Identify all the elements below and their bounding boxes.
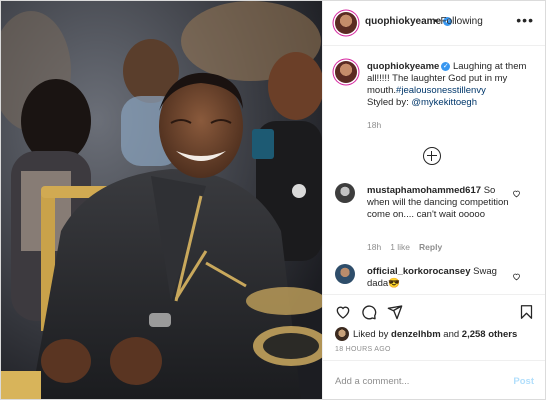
comment-meta: 18h 1 like Reply [367, 242, 451, 252]
liked-by-and: and [443, 329, 460, 340]
heart-icon[interactable] [335, 304, 351, 320]
header-separator: • [434, 16, 438, 27]
commenter-avatar[interactable] [335, 183, 355, 203]
add-comment-input[interactable]: Add a comment... [335, 376, 409, 387]
liked-by-user[interactable]: denzelhbm [391, 329, 441, 340]
bookmark-icon[interactable] [519, 304, 534, 320]
caption-hashtag[interactable]: #jealousonesstillenvy [396, 85, 486, 96]
follow-status: • Following [434, 16, 483, 27]
liked-by-count[interactable]: 2,258 others [462, 329, 517, 340]
caption-username[interactable]: quophiokyeame [367, 61, 439, 72]
caption-avatar[interactable] [335, 61, 357, 83]
post-photo[interactable] [1, 1, 322, 399]
comment-like-heart-icon[interactable] [512, 189, 521, 198]
photo-illustration [1, 1, 322, 399]
verified-icon: ✓ [441, 61, 451, 71]
comments-area: quophiokyeame ✓ Laughing at them all!!!!!… [323, 46, 545, 294]
comment-emoji: 😎 [388, 278, 400, 289]
plus-circle-icon[interactable] [423, 147, 441, 165]
following-button[interactable]: Following [441, 16, 483, 27]
author-username-text[interactable]: quophiokyeame [365, 16, 441, 27]
post-comment-button[interactable]: Post [513, 376, 534, 387]
post-actions: Liked by denzelhbm and 2,258 others 18 H… [323, 294, 545, 399]
liked-by-prefix: Liked by [353, 329, 389, 340]
liker-avatar[interactable] [335, 327, 349, 341]
add-comment-bar: Add a comment... Post [323, 360, 545, 399]
share-icon[interactable] [387, 304, 403, 320]
comment-likes[interactable]: 1 like [390, 242, 410, 252]
comment-username[interactable]: official_korkorocansey [367, 266, 471, 277]
caption: quophiokyeame ✓ Laughing at them all!!!!!… [367, 61, 537, 131]
comment-item: mustaphamohammed617 So when will the dan… [367, 185, 517, 221]
comment-time: 18h [367, 242, 382, 252]
comment-username[interactable]: mustaphamohammed617 [367, 185, 481, 196]
commenter-avatar[interactable] [335, 264, 355, 284]
liked-by: Liked by denzelhbm and 2,258 others [353, 329, 517, 340]
comment-item: official_korkorocansey Swag dada😎 [367, 266, 517, 290]
post-modal: quophiokyeame ✓ • Following ••• quophiokye… [0, 0, 546, 400]
post-timestamp[interactable]: 18 HOURS AGO [335, 346, 391, 353]
comment-reply-button[interactable]: Reply [419, 242, 442, 252]
post-header: quophiokyeame ✓ • Following ••• [323, 1, 545, 46]
caption-stylist-mention[interactable]: @mykekittoegh [411, 97, 477, 108]
comment-like-heart-icon[interactable] [512, 272, 521, 281]
caption-styled-label: Styled by: [367, 97, 409, 108]
author-avatar[interactable] [335, 12, 357, 34]
caption-time: 18h [367, 120, 382, 130]
comment-icon[interactable] [361, 304, 377, 320]
post-side-panel: quophiokyeame ✓ • Following ••• quophiokye… [322, 1, 545, 399]
more-dots-icon[interactable]: ••• [516, 12, 534, 28]
